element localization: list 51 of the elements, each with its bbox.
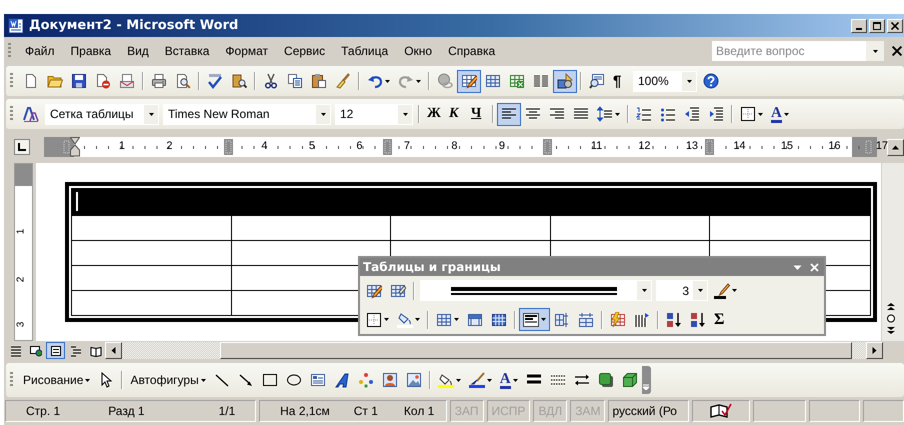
help-search-field[interactable]: Введите вопрос bbox=[712, 41, 866, 61]
ruler-number: 8 bbox=[450, 140, 458, 152]
status-field: Кол 1 bbox=[404, 404, 434, 418]
ruler-number: 5 bbox=[308, 140, 316, 152]
status-field: Разд 1 bbox=[108, 404, 145, 418]
autoshapes-menu-button[interactable]: Автофигуры bbox=[126, 368, 210, 392]
ruler-number: 2 bbox=[15, 276, 26, 282]
font-size-dropdown[interactable]: 12 bbox=[335, 104, 413, 124]
menu-item[interactable]: Сервис bbox=[276, 42, 334, 60]
ruler-number: 13 bbox=[684, 140, 700, 152]
menu-item[interactable]: Справка bbox=[440, 42, 504, 60]
font-color-button[interactable]: A bbox=[767, 102, 793, 126]
menu-item[interactable]: Файл bbox=[17, 42, 63, 60]
status-field: 1/1 bbox=[218, 404, 236, 418]
italic-button[interactable]: К bbox=[445, 102, 467, 126]
ruler-number: 11 bbox=[590, 140, 604, 152]
ruler-number: 15 bbox=[780, 140, 794, 152]
ruler-number: 12 bbox=[637, 140, 652, 152]
ruler-number: 9 bbox=[498, 140, 506, 152]
menu-item[interactable]: Таблица bbox=[333, 42, 396, 60]
ruler-number: 16 bbox=[827, 140, 842, 152]
menu-item[interactable]: Вид bbox=[119, 42, 157, 60]
menu-item[interactable]: Окно bbox=[396, 42, 440, 60]
line-weight-dropdown[interactable]: 3 bbox=[656, 280, 708, 301]
window-title: Документ2 - Microsoft Word bbox=[29, 18, 240, 33]
status-field: Ст 1 bbox=[354, 404, 378, 418]
ruler-number: 4 bbox=[260, 140, 268, 152]
ruler-number: 1 bbox=[15, 228, 26, 234]
drawing-menu-button[interactable]: Рисование bbox=[19, 368, 94, 392]
underline-button[interactable]: Ч bbox=[467, 102, 489, 126]
font-color-button[interactable]: A bbox=[496, 368, 522, 392]
ruler-number: 1 bbox=[118, 140, 126, 152]
toolbar-title: Таблицы и границы bbox=[363, 260, 502, 274]
style-dropdown[interactable]: Сетка таблицы bbox=[45, 104, 159, 124]
ruler-number: 17 bbox=[874, 140, 890, 152]
menu-item[interactable]: Правка bbox=[62, 42, 120, 60]
language-indicator: русский (Ро bbox=[612, 404, 677, 418]
menu-item[interactable]: Формат bbox=[217, 42, 276, 60]
status-field: Стр. 1 bbox=[26, 404, 60, 418]
ruler-number: 6 bbox=[355, 140, 364, 152]
zoom-dropdown[interactable]: 100% bbox=[633, 70, 697, 92]
ruler-number: 7 bbox=[402, 140, 411, 152]
ruler-number: 3 bbox=[15, 322, 26, 328]
font-dropdown[interactable]: Times New Roman bbox=[163, 104, 331, 124]
autosum-button[interactable]: Σ bbox=[710, 308, 732, 331]
show-hide-button[interactable]: ¶ bbox=[609, 70, 631, 92]
menu-item[interactable]: Вставка bbox=[156, 42, 218, 60]
status-field: На 2,1см bbox=[280, 404, 330, 418]
ruler-number: 14 bbox=[732, 140, 747, 152]
ruler-number: 2 bbox=[165, 140, 174, 152]
bold-button[interactable]: Ж bbox=[423, 102, 445, 126]
